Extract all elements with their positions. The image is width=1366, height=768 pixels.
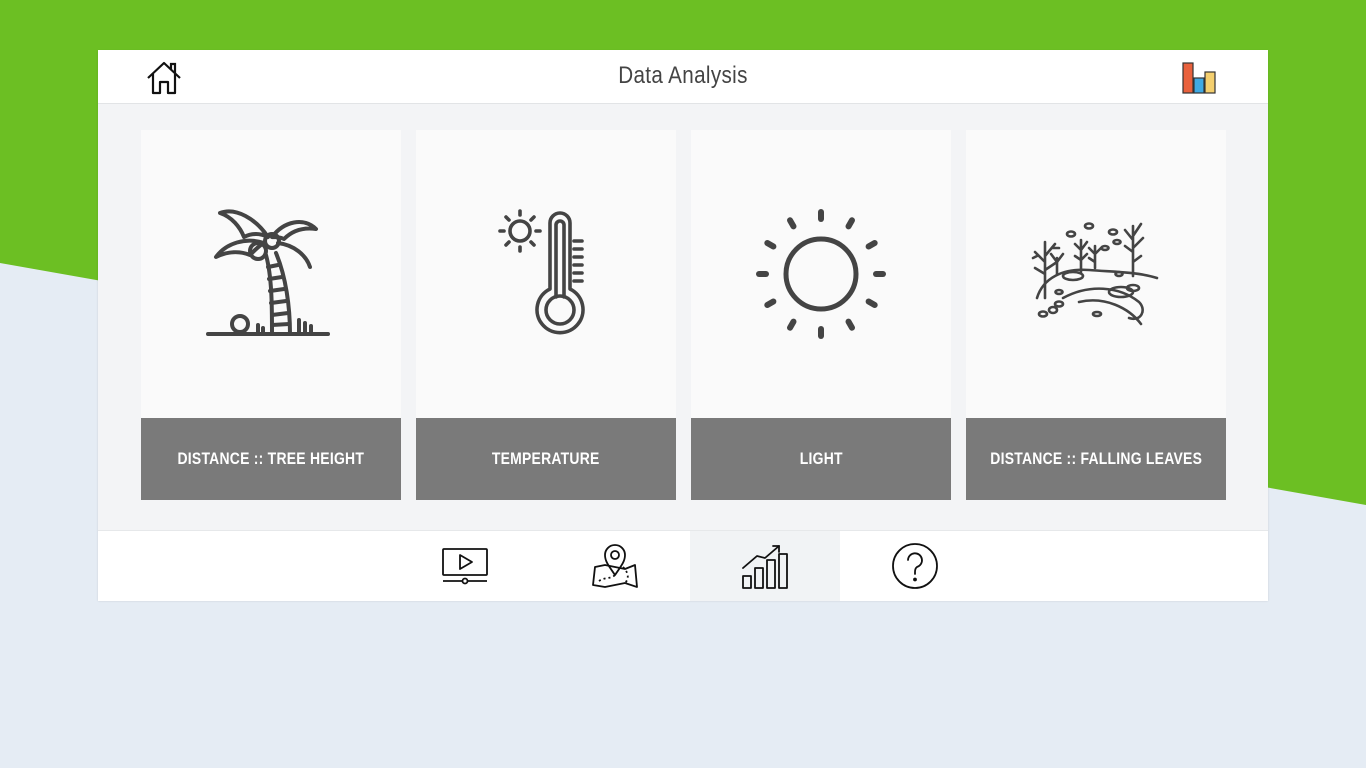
card-label: DISTANCE :: FALLING LEAVES — [990, 449, 1202, 468]
main-panel: Data Analysis DISTANCE:: TREE HEIGHT TE… — [98, 50, 1268, 601]
card-icon-area — [691, 130, 951, 418]
card-label-bar: LIGHT — [691, 418, 951, 500]
card-tree-height[interactable]: DISTANCE :: TREE HEIGHT — [141, 130, 401, 500]
landscape-leaves-icon — [1031, 222, 1159, 326]
nav-help[interactable] — [840, 531, 990, 601]
card-label: TEMPERATURE — [492, 449, 600, 468]
card-label-bar: DISTANCE :: TREE HEIGHT — [141, 418, 401, 500]
card-temperature[interactable]: TEMPERATURE — [416, 130, 676, 500]
help-icon — [892, 543, 938, 589]
card-label: LIGHT — [799, 449, 843, 468]
results-chart-button[interactable] — [1178, 59, 1222, 97]
page-title: Data Analysis — [618, 62, 748, 89]
card-label-bar: TEMPERATURE — [416, 418, 676, 500]
sun-icon — [756, 209, 886, 339]
bar-chart-icon — [1182, 62, 1216, 94]
palm-tree-icon — [206, 209, 330, 336]
card-icon-area — [966, 130, 1226, 418]
bottom-nav — [98, 530, 1268, 601]
nav-video[interactable] — [390, 531, 540, 601]
analysis-cards: DISTANCE :: TREE HEIGHT TEMPERATURE LIGH… — [141, 130, 1226, 500]
growth-chart-icon — [742, 545, 788, 589]
card-label: DISTANCE :: TREE HEIGHT — [177, 449, 365, 468]
home-icon — [147, 61, 181, 95]
thermometer-icon — [498, 208, 585, 334]
map-location-icon — [592, 544, 638, 588]
home-button[interactable] — [144, 59, 184, 97]
card-falling-leaves[interactable]: DISTANCE :: FALLING LEAVES — [966, 130, 1226, 500]
card-icon-area — [416, 130, 676, 418]
nav-data-analysis[interactable] — [690, 531, 840, 601]
card-icon-area — [141, 130, 401, 418]
nav-map[interactable] — [540, 531, 690, 601]
video-player-icon — [442, 548, 488, 585]
header: Data Analysis — [98, 50, 1268, 104]
card-label-bar: DISTANCE :: FALLING LEAVES — [966, 418, 1226, 500]
card-light[interactable]: LIGHT — [691, 130, 951, 500]
